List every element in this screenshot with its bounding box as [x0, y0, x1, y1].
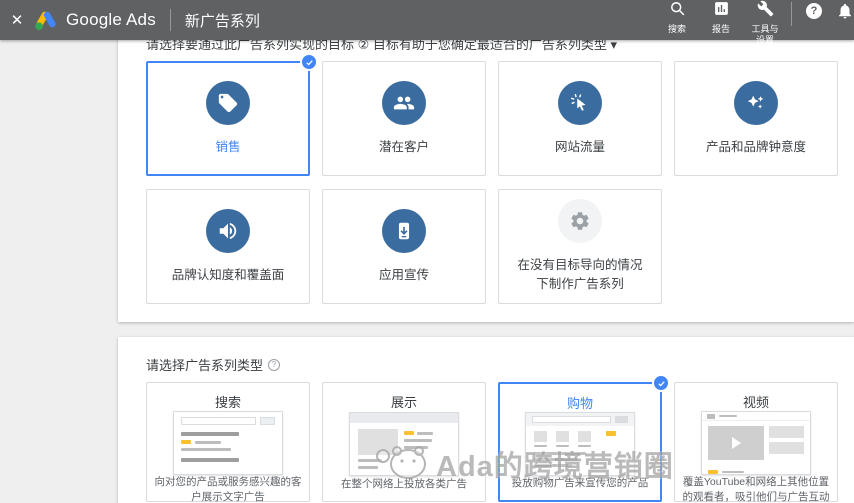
type-card-title: 购物 — [566, 396, 593, 411]
reports-button[interactable]: 报告 — [699, 0, 743, 34]
goal-card-label: 应用宣传 — [378, 267, 429, 282]
campaign-type-panel: 请选择广告系列类型 ? 搜索 向对您的产品或服务感兴趣的客户展示文字广告 展示 — [118, 337, 854, 503]
reports-label: 报告 — [711, 24, 730, 35]
type-card-description: 覆盖YouTube和网络上其他位置的观看者，吸引他们与广告互动 — [682, 476, 830, 503]
search-serp-thumbnail — [173, 411, 283, 475]
bell-icon[interactable] — [836, 2, 854, 25]
google-ads-logo-icon — [34, 9, 58, 31]
tools-settings-button[interactable]: 工具与设置 — [743, 0, 787, 45]
goal-selection-panel: 请选择要通过此广告系列实现的目标 ② 目标有助于您确定最适合的广告系列类型 ▾ … — [118, 28, 854, 322]
app-bar: ✕ Google Ads 新广告系列 搜索 报告 工具与设置 ? — [0, 0, 854, 45]
reports-icon — [713, 0, 730, 22]
goal-card-website-traffic[interactable]: 网站流量 — [498, 61, 662, 176]
help-icon[interactable]: ? — [268, 358, 281, 371]
goal-card-label: 在没有目标导向的情况下制作广告系列 — [517, 258, 643, 291]
goal-card-app-promotion[interactable]: 应用宣传 — [322, 189, 486, 304]
goal-card-label: 网站流量 — [554, 139, 605, 154]
search-button[interactable]: 搜索 — [655, 0, 699, 34]
type-card-video[interactable]: 视频 覆盖YouTube和网络上其他位置的观看者，吸引他们与广告互动 — [674, 382, 838, 503]
selected-check-icon — [652, 374, 670, 392]
goal-card-label: 销售 — [215, 139, 241, 154]
help-icon[interactable]: ? — [806, 3, 822, 20]
campaign-type-title: 请选择广告系列类型 — [146, 358, 264, 373]
goal-card-sales[interactable]: 销售 — [146, 53, 318, 176]
type-card-title: 搜索 — [214, 395, 241, 410]
type-card-description: 在整个网络上投放各类广告 — [341, 478, 467, 491]
goal-card-brand-awareness-reach[interactable]: 品牌认知度和覆盖面 — [146, 189, 310, 304]
search-label: 搜索 — [667, 24, 686, 35]
selected-check-icon — [300, 53, 318, 71]
campaign-type-grid: 搜索 向对您的产品或服务感兴趣的客户展示文字广告 展示 在整个网络上投放各类广告… — [146, 374, 854, 503]
display-web-thumbnail — [349, 411, 459, 477]
type-card-display[interactable]: 展示 在整个网络上投放各类广告 — [322, 382, 486, 502]
goal-card-grid: 销售 潜在客户 网站流量 产品和品牌钟意度 品牌认知度和覆盖面 应用宣传 在没有… — [146, 53, 854, 304]
people-icon — [382, 80, 426, 125]
goal-card-product-brand-consideration[interactable]: 产品和品牌钟意度 — [674, 61, 838, 176]
goal-card-label: 品牌认知度和覆盖面 — [171, 267, 285, 282]
type-card-search[interactable]: 搜索 向对您的产品或服务感兴趣的客户展示文字广告 — [146, 382, 310, 503]
divider — [791, 2, 792, 27]
goal-card-no-goal-guidance[interactable]: 在没有目标导向的情况下制作广告系列 — [498, 189, 662, 304]
sparkles-icon — [734, 80, 778, 125]
close-icon[interactable]: ✕ — [0, 11, 34, 29]
tools-icon — [757, 0, 774, 22]
type-card-title: 视频 — [742, 395, 769, 410]
search-icon — [669, 0, 686, 22]
goal-card-label: 潜在客户 — [378, 139, 429, 154]
divider — [169, 9, 171, 31]
type-card-title: 展示 — [390, 395, 417, 410]
goal-card-leads[interactable]: 潜在客户 — [322, 61, 486, 176]
type-card-shopping[interactable]: 购物 投放购物广告来宣传您的产品 — [498, 374, 670, 502]
cursor-click-icon — [558, 80, 602, 125]
type-card-description: 向对您的产品或服务感兴趣的客户展示文字广告 — [154, 476, 302, 503]
brand-name: Google Ads — [66, 10, 156, 29]
tag-icon — [206, 80, 250, 125]
gear-icon — [558, 199, 602, 244]
brand: Google Ads — [34, 9, 156, 31]
speaker-icon — [206, 208, 250, 253]
app-bar-actions: 搜索 报告 工具与设置 ? — [655, 0, 854, 45]
type-card-description: 投放购物广告来宣传您的产品 — [511, 477, 649, 490]
page-title: 新广告系列 — [184, 12, 260, 30]
goal-card-label: 产品和品牌钟意度 — [705, 139, 806, 154]
campaign-type-title-row: 请选择广告系列类型 ? — [118, 337, 854, 374]
app-phone-icon — [382, 208, 426, 253]
tools-settings-label: 工具与设置 — [751, 24, 779, 45]
shopping-results-thumbnail — [525, 412, 635, 477]
video-player-thumbnail — [701, 411, 811, 475]
